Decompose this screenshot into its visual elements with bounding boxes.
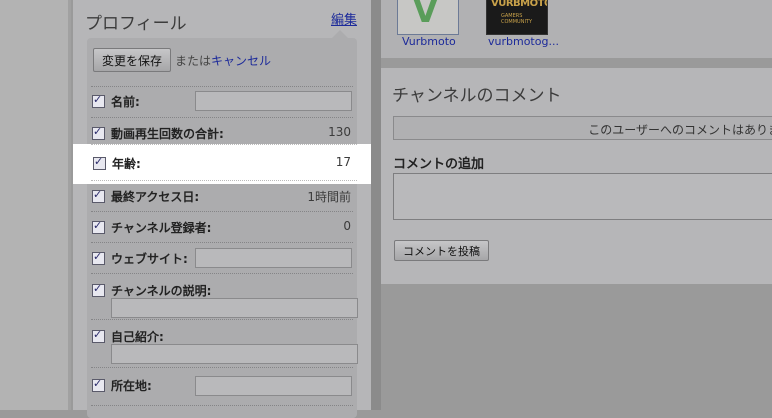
website-input[interactable] [195, 248, 352, 268]
name-input[interactable] [195, 91, 352, 111]
save-changes-button[interactable]: 変更を保存 [93, 48, 172, 72]
column-divider [371, 0, 381, 410]
field-row-channel-description: チャンネルの説明: [87, 273, 358, 319]
no-comments-message: このユーザーへのコメントはありま [393, 116, 772, 140]
total-views-checkbox[interactable] [92, 125, 105, 140]
field-row-location: 所在地: [87, 367, 357, 407]
last-access-label: 最終アクセス日: [111, 190, 200, 204]
field-row-website: ウェブサイト: [87, 242, 357, 273]
about-me-label: 自己紹介: [111, 330, 164, 344]
field-row-about-me: 自己紹介: [87, 319, 358, 367]
channel-description-label: チャンネルの説明: [111, 284, 212, 298]
friends-strip: V Vurbmoto VURBMOTO GAMERS COMMUNITY vur… [381, 0, 772, 58]
row-separator [91, 319, 353, 320]
row-separator [91, 117, 353, 118]
comment-textarea[interactable] [393, 173, 772, 220]
about-me-checkbox[interactable] [92, 328, 105, 343]
add-comment-title: コメントの追加 [393, 157, 485, 172]
channel-comments-panel: チャンネルのコメント このユーザーへのコメントはありま コメントの追加 コメント… [381, 68, 772, 284]
row-separator [91, 180, 357, 181]
left-gutter [0, 0, 68, 410]
channel-description-checkbox[interactable] [92, 282, 105, 297]
vurbmoto-gaming-logo: VURBMOTO [491, 0, 548, 9]
last-access-value: 1時間前 [307, 190, 351, 204]
row-separator [91, 367, 353, 368]
age-label: 年齢: [112, 157, 141, 171]
profile-title: プロフィール [85, 14, 187, 34]
row-separator [91, 242, 353, 243]
friend-link-vurbmoto[interactable]: Vurbmoto [402, 35, 456, 48]
last-access-checkbox[interactable] [92, 188, 105, 203]
row-separator [91, 211, 353, 212]
age-checkbox[interactable] [93, 155, 106, 170]
friend-thumbnail-vurbmotog[interactable]: VURBMOTO GAMERS COMMUNITY [486, 0, 548, 35]
subscribers-value: 0 [343, 219, 351, 233]
vurbmoto-gaming-subtitle: GAMERS COMMUNITY [501, 13, 533, 25]
page-background [381, 284, 772, 410]
location-checkbox[interactable] [92, 377, 105, 392]
post-comment-button[interactable]: コメントを投稿 [394, 240, 489, 261]
location-label: 所在地: [111, 379, 152, 393]
about-me-input[interactable] [111, 344, 358, 364]
edit-link[interactable]: 編集 [331, 9, 357, 28]
row-separator [91, 273, 353, 274]
profile-edit-box: 変更を保存 または キャンセル 名前: 動画再生回数の合計: 130 最終アクセ… [87, 38, 358, 418]
panel-edge [68, 0, 71, 410]
age-value: 17 [335, 155, 351, 169]
channel-description-input[interactable] [111, 298, 358, 318]
website-label: ウェブサイト: [111, 252, 188, 266]
or-text: または [175, 53, 212, 68]
name-label: 名前: [111, 95, 140, 109]
vurbmoto-logo-icon: V [413, 0, 438, 30]
field-row-subscribers: チャンネル登録者: 0 [87, 211, 357, 242]
friend-thumbnail-vurbmoto[interactable]: V [397, 0, 459, 35]
save-bar: 変更を保存 または キャンセル [93, 47, 271, 73]
channel-comments-title: チャンネルのコメント [392, 86, 562, 106]
row-separator [91, 144, 357, 145]
row-separator [91, 86, 353, 87]
field-row-last-access: 最終アクセス日: 1時間前 [87, 180, 357, 211]
no-comments-text: このユーザーへのコメントはありま [588, 123, 772, 137]
field-row-name: 名前: [87, 86, 357, 117]
friend-link-vurbmotog[interactable]: vurbmotog... [488, 35, 559, 48]
profile-panel: プロフィール 編集 変更を保存 または キャンセル 名前: 動画再生回数の合計:… [73, 0, 371, 418]
location-input[interactable] [195, 376, 352, 396]
subscribers-checkbox[interactable] [92, 219, 105, 234]
name-checkbox[interactable] [92, 93, 105, 108]
total-views-value: 130 [328, 125, 351, 139]
field-row-age: 年齢: 17 [73, 144, 371, 184]
subscribers-label: チャンネル登録者: [111, 221, 212, 235]
website-checkbox[interactable] [92, 250, 105, 265]
total-views-label: 動画再生回数の合計: [111, 127, 224, 141]
cancel-link[interactable]: キャンセル [211, 52, 271, 69]
row-separator [91, 405, 353, 406]
